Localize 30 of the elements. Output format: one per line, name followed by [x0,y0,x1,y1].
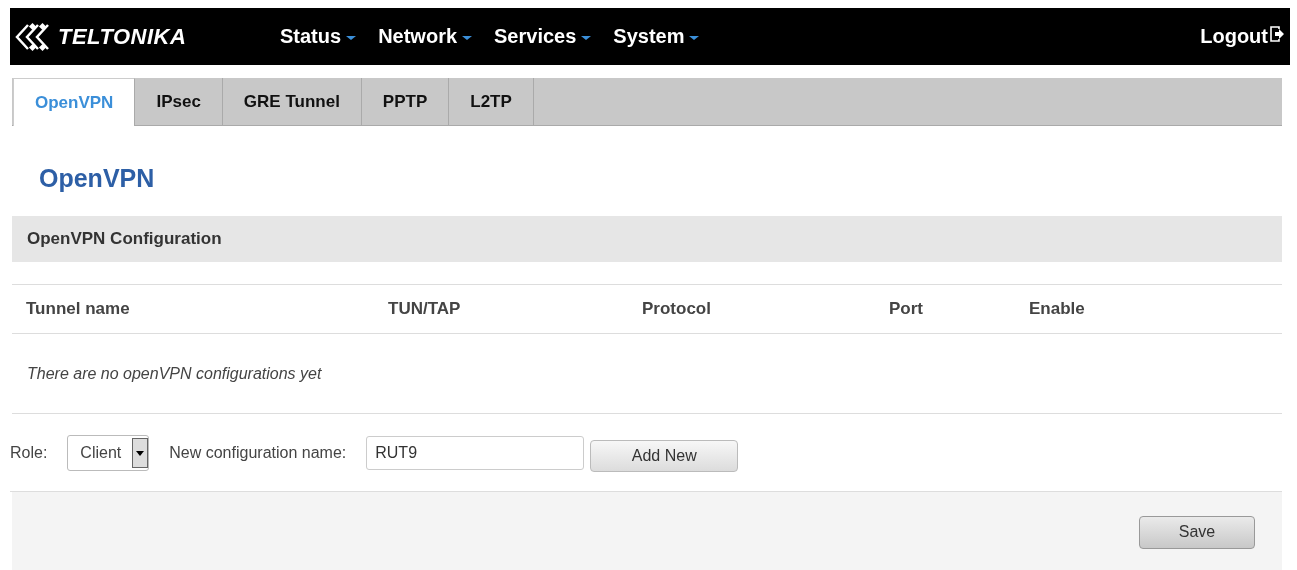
tab[interactable]: IPsec [135,78,223,125]
tab[interactable]: PPTP [361,78,450,125]
tab[interactable]: GRE Tunnel [222,78,362,125]
menu-item[interactable]: Services [494,25,592,48]
add-new-button[interactable]: Add New [590,439,739,472]
name-input-field[interactable]: RUT9 [366,435,585,470]
column-header: TUN/TAP [388,299,461,318]
column-header: Tunnel name [26,299,130,318]
caret-icon [462,34,473,41]
field-label: Role: [10,443,48,462]
menu-item[interactable]: System [613,25,700,48]
caret-icon [581,34,592,41]
caret-icon [132,437,149,468]
empty-message: There are no openVPN configurations yet [27,364,322,383]
caret-icon [346,34,357,41]
menu-item[interactable]: Network [378,25,473,48]
column-header: Port [889,299,923,318]
column-header: Protocol [642,299,711,318]
page-title: OpenVPN [39,164,156,194]
logout-icon [1270,25,1284,42]
logo-text: TELTONIKA [58,23,187,50]
tab[interactable]: L2TP [449,78,534,125]
column-header: Enable [1029,299,1085,318]
role-dropdown[interactable]: Client [67,434,150,471]
field-label: New configuration name: [169,443,347,462]
menu-item[interactable]: Status [280,25,357,48]
logout-link[interactable]: Logout [1200,25,1284,48]
section-title: OpenVPN Configuration [27,229,222,249]
caret-icon [689,34,700,41]
save-button[interactable]: Save [1139,515,1255,549]
